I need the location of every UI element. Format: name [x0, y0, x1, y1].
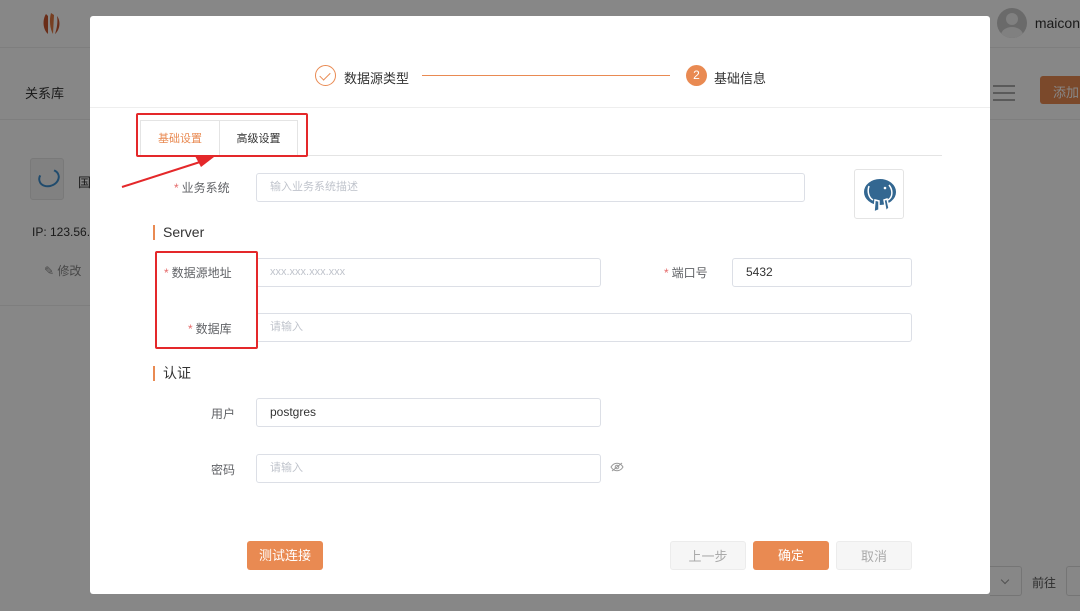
password-input[interactable]: 请输入 [256, 454, 601, 483]
business-system-input[interactable]: 输入业务系统描述 [256, 173, 805, 202]
business-system-label: * 业务系统 [174, 181, 230, 195]
section-auth-title: 认证 [153, 366, 191, 381]
section-server-title: Server [153, 225, 204, 240]
user-input[interactable]: postgres [256, 398, 601, 427]
cancel-button[interactable]: 取消 [836, 541, 912, 570]
step-check-icon [315, 65, 336, 86]
required-mark: * [174, 181, 179, 195]
step-1-label: 数据源类型 [344, 71, 410, 86]
password-label: 密码 [211, 463, 236, 477]
step-connector [422, 75, 670, 76]
required-mark: * [664, 266, 669, 280]
port-input[interactable]: 5432 [732, 258, 912, 287]
postgresql-elephant-icon [854, 169, 904, 219]
user-label: 用户 [211, 407, 236, 421]
annotation-box-tabs [136, 113, 308, 157]
annotation-box-fields [155, 251, 258, 349]
test-connection-button[interactable]: 测试连接 [247, 541, 323, 570]
steps: 数据源类型 2 基础信息 [90, 16, 990, 108]
host-input[interactable]: xxx.xxx.xxx.xxx [256, 258, 601, 287]
step-2-number: 2 [686, 65, 707, 86]
eye-hidden-icon[interactable] [610, 462, 624, 472]
database-input[interactable]: 请输入 [256, 313, 912, 342]
step-2-label: 基础信息 [714, 71, 767, 86]
confirm-button[interactable]: 确定 [753, 541, 829, 570]
port-label: * 端口号 [664, 266, 708, 280]
prev-step-button[interactable]: 上一步 [670, 541, 746, 570]
